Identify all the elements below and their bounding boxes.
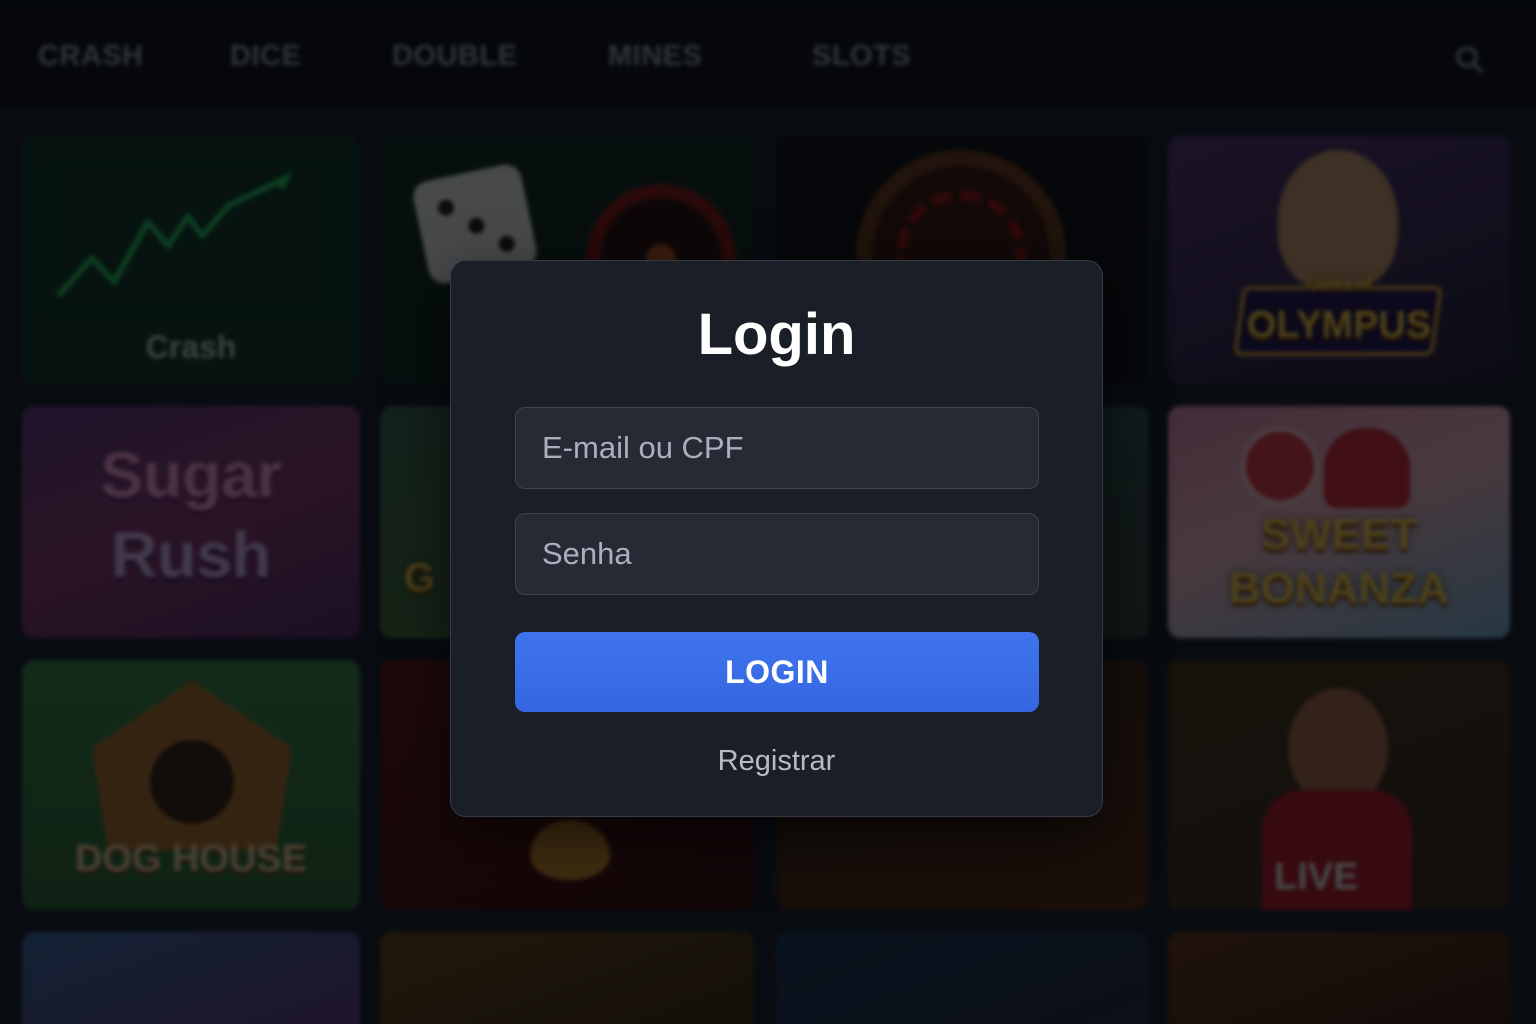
email-input[interactable] (515, 407, 1039, 489)
login-button[interactable]: LOGIN (515, 632, 1039, 712)
modal-title: Login (697, 302, 856, 367)
login-modal: Login LOGIN Registrar (450, 260, 1103, 817)
password-input[interactable] (515, 513, 1039, 595)
app-root: CRASH DICE DOUBLE MINES SLOTS Crash Gate… (0, 0, 1536, 1024)
register-link[interactable]: Registrar (451, 745, 1102, 778)
